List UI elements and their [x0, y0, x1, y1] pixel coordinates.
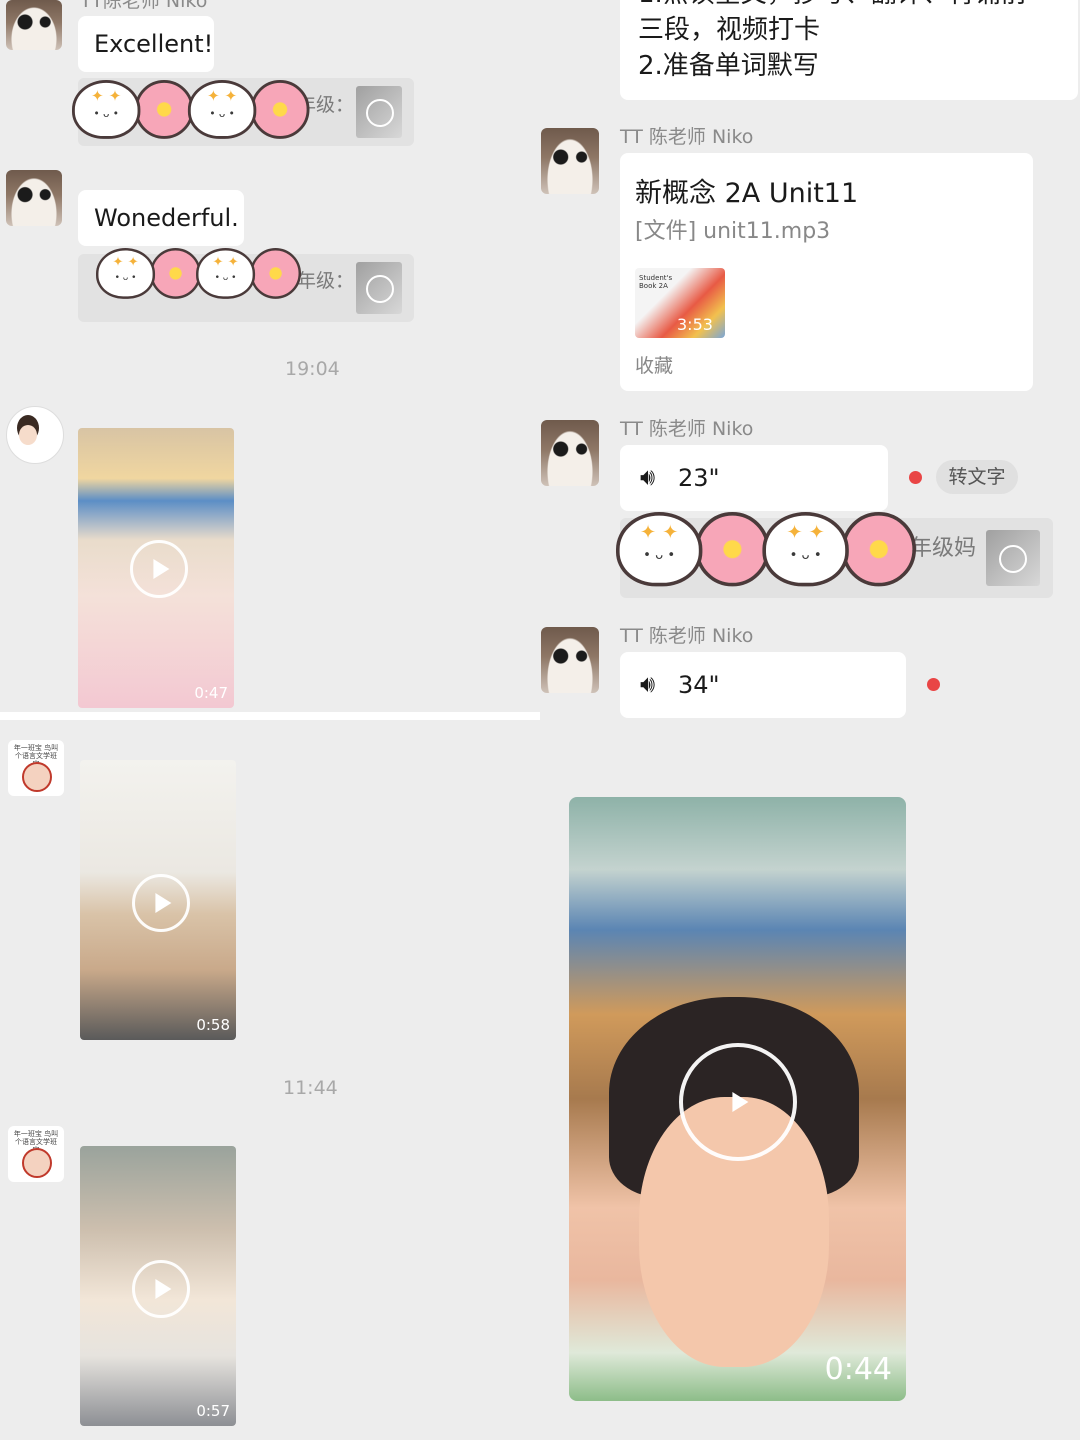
play-icon[interactable] — [132, 1260, 190, 1318]
file-title: 新概念 2A Unit11 — [635, 178, 859, 209]
homework-line: 1.熟读全文，抄写、翻译、背诵前 — [638, 0, 1027, 12]
video-duration: 0:47 — [194, 684, 228, 702]
video-message[interactable]: 0:57 — [80, 1146, 236, 1426]
homework-line: 2.准备单词默写 — [638, 51, 819, 81]
avatar[interactable] — [541, 627, 599, 693]
voice-message[interactable]: 🔊︎ 34" — [620, 652, 906, 718]
play-icon[interactable] — [679, 1043, 797, 1161]
message-text: Excellent! — [94, 30, 214, 58]
section-divider — [0, 712, 540, 720]
video-message[interactable]: 0:47 — [78, 428, 234, 708]
unread-dot — [927, 678, 940, 691]
play-icon — [366, 99, 394, 127]
play-icon[interactable] — [130, 540, 188, 598]
message-text: Wonederful. — [94, 204, 239, 232]
sender-name: TT陈老师 Niko — [80, 0, 208, 12]
voice-wave-icon: 🔊︎ — [640, 463, 656, 491]
video-message[interactable]: 0:58 — [80, 760, 236, 1040]
play-icon — [999, 545, 1027, 573]
avatar[interactable] — [541, 420, 599, 486]
video-thumbnail — [356, 262, 402, 314]
thumbnail-duration: 3:53 — [677, 315, 713, 334]
avatar[interactable]: 年一班宝 鸟叫个语言文学班宝 — [8, 1126, 64, 1182]
video-message[interactable]: 0:44 — [569, 797, 906, 1401]
bunny-flower-sticker — [96, 248, 301, 299]
timestamp: 19:04 — [285, 358, 340, 380]
unread-dot — [909, 471, 922, 484]
avatar[interactable] — [6, 170, 62, 226]
voice-wave-icon: 🔊︎ — [640, 670, 656, 698]
file-thumbnail[interactable]: Student's Book 2A 3:53 — [635, 268, 725, 338]
timestamp: 11:44 — [283, 1077, 338, 1099]
message-bubble[interactable]: Wonederful. — [78, 190, 244, 246]
sender-name: TT 陈老师 Niko — [620, 418, 754, 440]
voice-duration: 34" — [678, 671, 720, 699]
thumbnail-label: Student's Book 2A — [639, 274, 673, 290]
bunny-flower-sticker — [616, 512, 916, 587]
avatar[interactable] — [6, 0, 62, 50]
file-name: [文件] unit11.mp3 — [635, 219, 831, 244]
video-thumbnail — [986, 530, 1040, 586]
sender-name: TT 陈老师 Niko — [620, 126, 754, 148]
avatar[interactable] — [6, 406, 64, 464]
transcribe-button[interactable]: 转文字 — [936, 460, 1018, 494]
video-thumbnail — [356, 86, 402, 138]
voice-duration: 23" — [678, 464, 720, 492]
video-duration: 0:58 — [196, 1016, 230, 1034]
file-card[interactable]: 新概念 2A Unit11 [文件] unit11.mp3 Student's … — [620, 153, 1033, 391]
sender-name: TT 陈老师 Niko — [620, 625, 754, 647]
message-bubble[interactable]: Excellent! — [78, 16, 214, 72]
play-icon — [366, 275, 394, 303]
bunny-flower-sticker — [72, 80, 310, 139]
voice-message[interactable]: 🔊︎ 23" — [620, 445, 888, 511]
quote-text: 年级妈 — [910, 536, 977, 561]
homework-line: 三段，视频打卡 — [638, 15, 821, 45]
homework-bubble[interactable]: 1.熟读全文，抄写、翻译、背诵前 三段，视频打卡 2.准备单词默写 — [620, 0, 1078, 100]
favorites-label: 收藏 — [635, 355, 674, 377]
avatar[interactable] — [541, 128, 599, 194]
video-duration: 0:57 — [196, 1402, 230, 1420]
video-duration: 0:44 — [824, 1352, 892, 1387]
play-icon[interactable] — [132, 874, 190, 932]
avatar[interactable]: 年一班宝 鸟叫个语言文学班宝 — [8, 740, 64, 796]
